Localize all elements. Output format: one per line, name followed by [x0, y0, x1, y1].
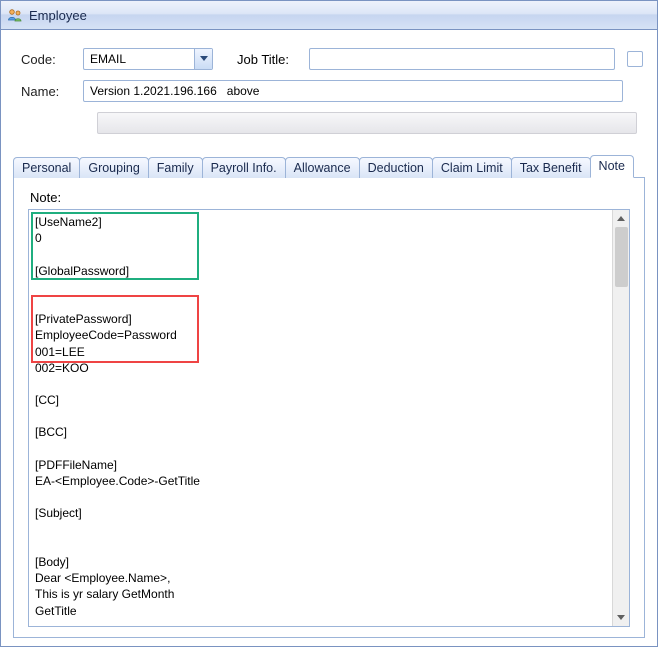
code-combo[interactable]: EMAIL — [83, 48, 213, 70]
tab-payroll-info[interactable]: Payroll Info. — [202, 157, 286, 178]
chevron-down-icon — [200, 56, 208, 62]
scroll-up-button[interactable] — [613, 210, 629, 227]
tab-personal[interactable]: Personal — [13, 157, 80, 178]
code-value: EMAIL — [84, 52, 194, 66]
tab-family[interactable]: Family — [148, 157, 203, 178]
tab-allowance[interactable]: Allowance — [285, 157, 360, 178]
note-label: Note: — [30, 190, 630, 205]
tabs-area: Personal Grouping Family Payroll Info. A… — [1, 154, 657, 638]
window-title: Employee — [29, 8, 87, 23]
scroll-down-button[interactable] — [613, 609, 629, 626]
job-title-input[interactable] — [309, 48, 615, 70]
code-dropdown-button[interactable] — [194, 49, 212, 69]
titlebar: Employee — [0, 0, 658, 30]
checkbox[interactable] — [627, 51, 643, 67]
employee-icon — [7, 7, 23, 23]
tab-content-note: Note: — [13, 178, 645, 638]
tab-tax-benefit[interactable]: Tax Benefit — [511, 157, 591, 178]
name-label: Name: — [21, 84, 77, 99]
scroll-thumb[interactable] — [615, 227, 628, 287]
chevron-up-icon — [617, 216, 625, 222]
form-area: Code: EMAIL Job Title: Name: — [1, 30, 657, 154]
window-body: Code: EMAIL Job Title: Name: Personal Gr… — [0, 30, 658, 647]
tab-row: Personal Grouping Family Payroll Info. A… — [13, 154, 645, 178]
note-container — [28, 209, 630, 627]
note-textarea[interactable] — [29, 210, 612, 626]
job-title-label: Job Title: — [237, 52, 303, 67]
tab-grouping[interactable]: Grouping — [79, 157, 148, 178]
tab-claim-limit[interactable]: Claim Limit — [432, 157, 512, 178]
code-label: Code: — [21, 52, 77, 67]
chevron-down-icon — [617, 615, 625, 621]
toolbar-band — [97, 112, 637, 134]
name-input[interactable] — [83, 80, 623, 102]
tab-note[interactable]: Note — [590, 155, 634, 178]
scrollbar[interactable] — [612, 210, 629, 626]
tab-deduction[interactable]: Deduction — [359, 157, 433, 178]
